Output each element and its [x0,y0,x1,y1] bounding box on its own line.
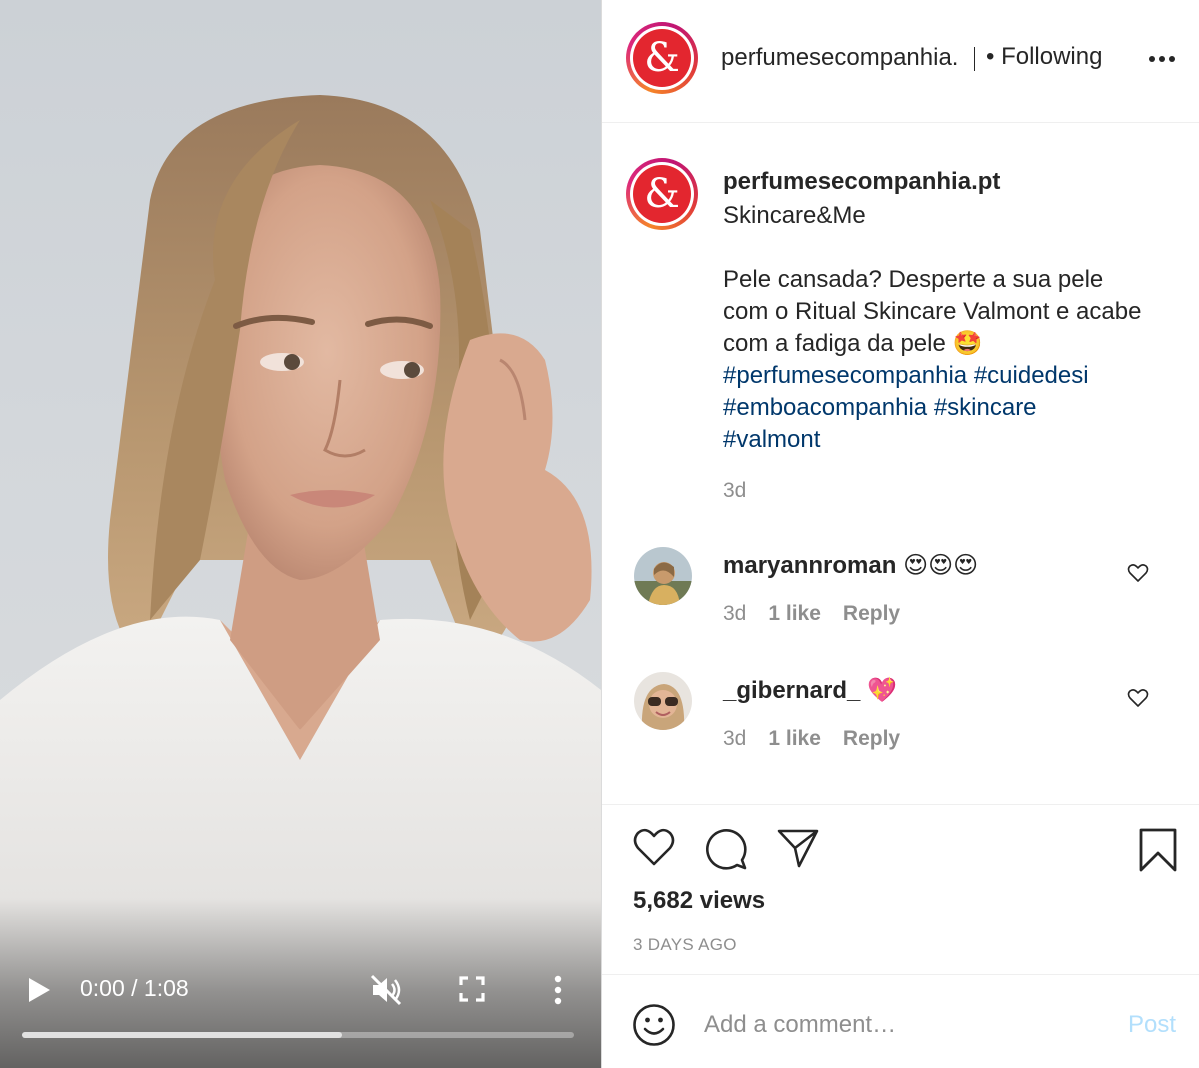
smiley-icon[interactable] [632,1003,676,1047]
username-cursor [974,47,975,71]
comment-text: 💖 [867,677,897,704]
post-actions: 5,682 views 3 DAYS AGO [602,804,1199,974]
header-username[interactable]: perfumesecompanhia. [721,44,976,72]
comment-input[interactable] [704,1005,1104,1045]
post-date[interactable]: 3 DAYS AGO [633,935,737,955]
comment-meta: 3d 1 like Reply [723,727,922,751]
video-time: 0:00 / 1:08 [80,975,189,1001]
brand-logo: & [633,165,691,223]
comment-like-icon[interactable] [1127,563,1149,583]
post-header: & perfumesecompanhia. • Following [602,0,1199,123]
muted-speaker-icon[interactable] [368,972,404,1008]
video-player[interactable]: 0:00 / 1:08 [0,0,601,1068]
paper-plane-icon[interactable] [776,827,820,869]
comment-composer: Post [602,974,1199,1068]
post-side-panel: & perfumesecompanhia. • Following & perf… [601,0,1199,1068]
comment-time[interactable]: 3d [723,602,746,625]
video-progress-bar[interactable] [22,1032,574,1038]
caption-username[interactable]: perfumesecompanhia.pt [723,168,1000,196]
hashtag-link[interactable]: #emboacompanhia [723,394,927,421]
comment-username-text[interactable]: maryannroman [723,552,896,579]
comment-like-icon[interactable] [1127,688,1149,708]
brand-logo: & [633,29,691,87]
comment-item: maryannroman 😍😍😍 3d 1 like Reply [602,547,1199,647]
comments-list[interactable]: & perfumesecompanhia.pt Skincare&Me Pele… [602,124,1199,804]
view-count[interactable]: 5,682 views [633,887,765,915]
hashtag-link[interactable]: #cuidedesi [974,362,1089,389]
comment-likes[interactable]: 1 like [768,727,821,750]
more-horizontal-icon[interactable] [1148,54,1176,64]
hashtag-link[interactable]: #valmont [723,426,820,453]
profile-avatar[interactable]: & [626,22,698,94]
caption-body: Pele cansada? Desperte a sua pele com o … [723,266,1149,357]
comment-likes[interactable]: 1 like [768,602,821,625]
following-button[interactable]: • Following [986,43,1102,71]
more-vertical-icon[interactable] [548,974,568,1006]
heart-icon[interactable] [632,827,676,867]
comment-text: 😍😍😍 [903,552,979,579]
hashtag-link[interactable]: #perfumesecompanhia [723,362,967,389]
hashtag-link[interactable]: #skincare [934,394,1037,421]
fullscreen-icon[interactable] [458,975,486,1003]
comment-avatar[interactable] [634,547,692,605]
caption-text: Skincare&Me Pele cansada? Desperte a sua… [723,200,1143,456]
caption-line1: Skincare&Me [723,202,866,229]
comment-avatar[interactable] [634,672,692,730]
bookmark-icon[interactable] [1138,827,1178,873]
comment-username-text[interactable]: _gibernard_ [723,677,860,704]
play-icon[interactable] [26,976,52,1004]
comment-time[interactable]: 3d [723,727,746,750]
video-progress-fill [22,1032,343,1038]
comment-username[interactable]: _gibernard_ 💖 [723,676,897,705]
caption-timestamp[interactable]: 3d [723,479,746,503]
comment-bubble-icon[interactable] [704,827,748,871]
caption-avatar[interactable]: & [626,158,698,230]
reply-button[interactable]: Reply [843,602,900,625]
comment-meta: 3d 1 like Reply [723,602,922,626]
reply-button[interactable]: Reply [843,727,900,750]
comment-item: _gibernard_ 💖 3d 1 like Reply [602,672,1199,772]
post-button[interactable]: Post [1128,1011,1176,1039]
comment-username[interactable]: maryannroman 😍😍😍 [723,551,978,580]
